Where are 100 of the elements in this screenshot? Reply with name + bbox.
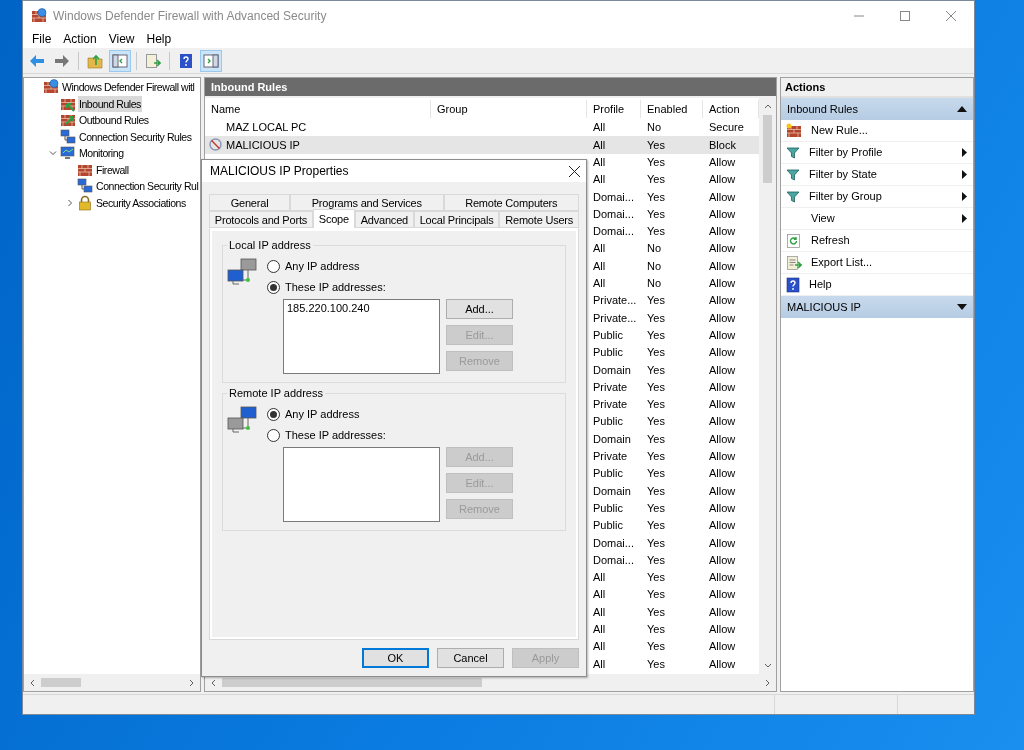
group-title: Remote IP address bbox=[227, 386, 325, 400]
table-cell-text: Yes bbox=[646, 414, 666, 430]
horizontal-scrollbar[interactable] bbox=[24, 674, 200, 691]
action-item[interactable]: Export List... bbox=[781, 252, 973, 274]
dialog-tab[interactable]: Advanced bbox=[354, 211, 414, 228]
radio-button[interactable] bbox=[267, 408, 280, 421]
show-pane-icon[interactable] bbox=[200, 49, 222, 72]
column-header[interactable]: Name bbox=[205, 99, 431, 118]
monitor-icon bbox=[60, 145, 76, 162]
dialog-button[interactable]: Add... bbox=[446, 299, 513, 319]
vertical-scrollbar[interactable] bbox=[759, 98, 776, 674]
table-cell-text: All bbox=[592, 137, 607, 153]
table-cell-text: Allow bbox=[708, 155, 737, 170]
table-cell-text: All bbox=[592, 276, 607, 292]
column-header[interactable]: Enabled bbox=[641, 99, 703, 118]
table-cell-text: Allow bbox=[708, 535, 737, 551]
column-header[interactable]: Profile bbox=[587, 99, 641, 118]
radio-button[interactable] bbox=[267, 281, 280, 294]
table-cell-text: MAZ LOCAL PC bbox=[226, 120, 307, 136]
collapse-caret-icon bbox=[957, 106, 967, 112]
action-item[interactable]: New Rule... bbox=[781, 120, 973, 142]
menu-item[interactable]: File bbox=[26, 31, 58, 47]
ip-address-list[interactable] bbox=[283, 447, 440, 522]
action-item[interactable]: View bbox=[781, 208, 973, 230]
action-section-header[interactable]: MALICIOUS IP bbox=[781, 296, 973, 318]
radio-button[interactable] bbox=[267, 429, 280, 442]
action-item[interactable]: Filter by Group bbox=[781, 186, 973, 208]
tree-item[interactable]: Security Associations bbox=[95, 194, 187, 211]
menu-item[interactable]: Action bbox=[57, 31, 103, 47]
tree-item[interactable]: Connection Security Rul bbox=[95, 178, 200, 195]
radio-label: These IP addresses: bbox=[285, 280, 386, 296]
table-cell-text: Yes bbox=[646, 172, 666, 188]
window-title: Windows Defender Firewall with Advanced Security bbox=[53, 7, 327, 25]
column-header[interactable]: Group bbox=[431, 99, 587, 118]
expand-caret-icon bbox=[957, 304, 967, 310]
action-item[interactable]: Filter by Profile bbox=[781, 142, 973, 164]
new-rule-icon bbox=[786, 122, 802, 139]
network-computers-icon bbox=[227, 406, 259, 434]
ip-address-list[interactable]: 185.220.100.240 bbox=[283, 299, 440, 374]
tree-item[interactable]: Firewall bbox=[95, 161, 130, 178]
dialog-tab[interactable]: Scope bbox=[312, 209, 355, 228]
table-cell-text: All bbox=[592, 570, 607, 586]
table-cell-text: Yes bbox=[646, 552, 666, 568]
actions-header: Actions bbox=[781, 78, 973, 98]
tree-item[interactable]: Connection Security Rules bbox=[78, 128, 193, 145]
table-cell-text: Yes bbox=[646, 656, 666, 672]
dialog-tab[interactable]: Protocols and Ports bbox=[209, 211, 313, 228]
submenu-arrow-icon bbox=[962, 148, 967, 157]
expand-toggle-icon[interactable] bbox=[66, 198, 74, 207]
radio-button[interactable] bbox=[267, 260, 280, 273]
table-cell-text: Allow bbox=[708, 483, 737, 499]
menu-item[interactable]: View bbox=[102, 31, 141, 47]
action-label: Filter by Group bbox=[809, 189, 883, 205]
rule-row[interactable]: MAZ LOCAL PC All No Secure bbox=[205, 119, 759, 137]
lock-icon bbox=[77, 194, 93, 211]
table-cell-text: Domai... bbox=[592, 552, 635, 568]
table-cell-text: Yes bbox=[646, 449, 666, 465]
firewall-globe-icon bbox=[43, 79, 59, 96]
filter-icon bbox=[786, 189, 800, 204]
rule-row[interactable]: MALICIOUS IP All Yes Block bbox=[205, 136, 759, 154]
dialog-button[interactable]: Cancel bbox=[437, 648, 504, 668]
action-section-header[interactable]: Inbound Rules bbox=[781, 98, 973, 120]
table-cell-text: All bbox=[592, 656, 607, 672]
table-cell-text: Domain bbox=[592, 362, 632, 378]
dialog-button[interactable]: OK bbox=[362, 648, 429, 668]
tree-item[interactable]: Windows Defender Firewall witl bbox=[61, 79, 196, 96]
dialog-tab[interactable]: Programs and Services bbox=[290, 194, 444, 211]
tree-item[interactable]: Inbound Rules bbox=[78, 95, 142, 112]
action-item[interactable]: Refresh bbox=[781, 230, 973, 252]
dialog-tab[interactable]: General bbox=[209, 194, 291, 211]
show-tree-icon[interactable] bbox=[109, 49, 131, 72]
dialog-tab[interactable]: Local Principals bbox=[413, 211, 500, 228]
action-label: Help bbox=[809, 277, 833, 293]
table-cell-text: Yes bbox=[646, 310, 666, 326]
app-icon bbox=[31, 7, 47, 24]
section-title: MALICIOUS IP bbox=[787, 299, 861, 315]
tree-item[interactable]: Monitoring bbox=[78, 145, 125, 162]
dialog-tab[interactable]: Remote Computers bbox=[443, 194, 579, 211]
table-cell-text: No bbox=[646, 276, 663, 292]
scrollbar-thumb[interactable] bbox=[41, 678, 81, 687]
scrollbar-thumb[interactable] bbox=[763, 115, 772, 183]
scrollbar-thumb[interactable] bbox=[222, 678, 482, 687]
action-item[interactable]: Filter by State bbox=[781, 164, 973, 186]
table-cell-text: Yes bbox=[646, 189, 666, 205]
table-cell-text: Private bbox=[592, 449, 629, 465]
menu-item[interactable]: Help bbox=[140, 31, 178, 47]
table-cell-text: Private... bbox=[592, 310, 638, 326]
action-label: Filter by State bbox=[809, 167, 878, 183]
table-cell-text: Allow bbox=[708, 293, 737, 309]
table-cell-text: Public bbox=[592, 345, 624, 361]
close-icon[interactable] bbox=[569, 165, 580, 177]
expand-toggle-icon[interactable] bbox=[49, 149, 57, 158]
tree-item[interactable]: Outbound Rules bbox=[78, 112, 150, 129]
table-cell-text: All bbox=[592, 587, 607, 603]
dialog-tab[interactable]: Remote Users bbox=[499, 211, 579, 228]
table-cell-text: Allow bbox=[708, 449, 737, 465]
action-label: Filter by Profile bbox=[809, 145, 884, 161]
table-cell-text: Domai... bbox=[592, 535, 635, 551]
table-cell-text: Yes bbox=[646, 206, 666, 222]
ip-address-entry[interactable]: 185.220.100.240 bbox=[287, 301, 436, 315]
